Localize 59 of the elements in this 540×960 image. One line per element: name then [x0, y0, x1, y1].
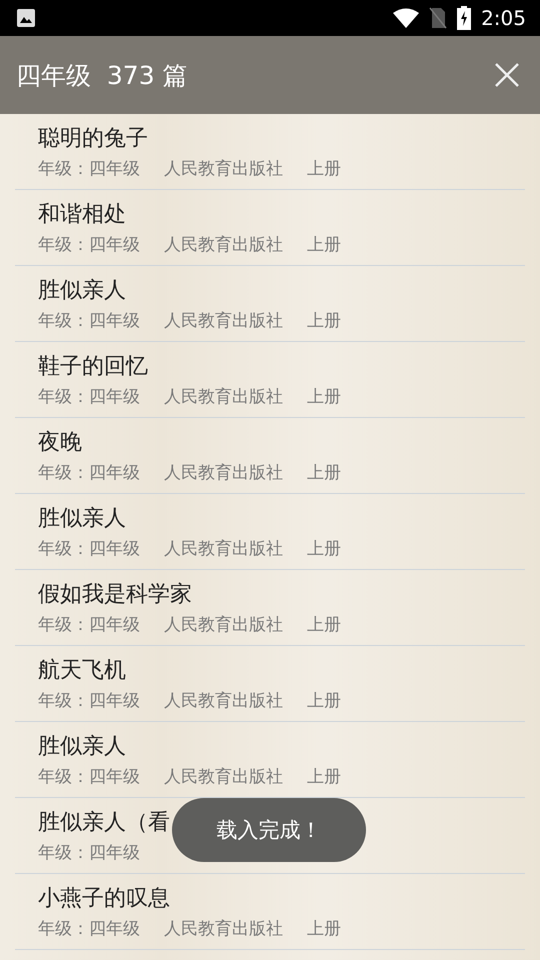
item-publisher: 人民教育出版社	[164, 310, 283, 332]
item-volume: 上册	[307, 538, 341, 560]
item-grade: 年级：四年级	[38, 766, 140, 788]
item-publisher: 人民教育出版社	[164, 386, 283, 408]
wifi-icon	[393, 8, 420, 28]
list-item[interactable]: 聪明的兔子 年级：四年级 人民教育出版社 上册	[15, 114, 525, 190]
item-volume: 上册	[307, 234, 341, 256]
item-title: 夜晚	[38, 429, 82, 457]
item-title: 小燕子的叹息	[38, 885, 170, 913]
toast-message: 载入完成！	[172, 798, 366, 862]
list-item[interactable]: 胜似亲人 年级：四年级 人民教育出版社 上册	[15, 266, 525, 342]
item-title: 航天飞机	[38, 657, 126, 685]
status-time: 2:05	[481, 6, 526, 30]
item-title: 假如我是科学家	[38, 581, 192, 609]
item-publisher: 人民教育出版社	[164, 918, 283, 940]
item-publisher: 人民教育出版社	[164, 538, 283, 560]
list-item[interactable]: 小燕子的叹息 年级：四年级 人民教育出版社 上册	[15, 874, 525, 950]
item-grade: 年级：四年级	[38, 386, 140, 408]
item-title: 和谐相处	[38, 201, 126, 229]
item-grade: 年级：四年级	[38, 462, 140, 484]
item-volume: 上册	[307, 918, 341, 940]
item-publisher: 人民教育出版社	[164, 234, 283, 256]
item-grade: 年级：四年级	[38, 234, 140, 256]
list-item[interactable]: 航天飞机 年级：四年级 人民教育出版社 上册	[15, 646, 525, 722]
list-item[interactable]: 鞋子的回忆 年级：四年级 人民教育出版社 上册	[15, 342, 525, 418]
list-item[interactable]: 胜似亲人 年级：四年级 人民教育出版社 上册	[15, 494, 525, 570]
no-sim-icon	[429, 7, 448, 29]
list-item[interactable]: 假如我是科学家 年级：四年级 人民教育出版社 上册	[15, 570, 525, 646]
item-grade: 年级：四年级	[38, 158, 140, 180]
item-volume: 上册	[307, 386, 341, 408]
item-volume: 上册	[307, 614, 341, 636]
item-grade: 年级：四年级	[38, 310, 140, 332]
item-volume: 上册	[307, 766, 341, 788]
item-publisher: 人民教育出版社	[164, 462, 283, 484]
item-title: 聪明的兔子	[38, 125, 148, 153]
item-publisher: 人民教育出版社	[164, 158, 283, 180]
item-grade: 年级：四年级	[38, 690, 140, 712]
close-icon	[494, 62, 520, 88]
item-title: 胜似亲人（看	[38, 809, 170, 837]
item-grade: 年级：四年级	[38, 538, 140, 560]
battery-icon	[457, 6, 472, 30]
item-grade: 年级：四年级	[38, 918, 140, 940]
item-title: 胜似亲人	[38, 505, 126, 533]
item-publisher: 人民教育出版社	[164, 766, 283, 788]
list-item[interactable]: 夜晚 年级：四年级 人民教育出版社 上册	[15, 418, 525, 494]
item-volume: 上册	[307, 310, 341, 332]
item-title: 鞋子的回忆	[38, 353, 148, 381]
item-publisher: 人民教育出版社	[164, 614, 283, 636]
item-volume: 上册	[307, 462, 341, 484]
item-publisher: 人民教育出版社	[164, 690, 283, 712]
item-title: 胜似亲人	[38, 733, 126, 761]
item-grade: 年级：四年级	[38, 614, 140, 636]
page-title: 四年级 373 篇	[16, 60, 189, 92]
item-grade: 年级：四年级	[38, 842, 140, 864]
image-icon	[16, 8, 36, 28]
item-title: 胜似亲人	[38, 277, 126, 305]
item-volume: 上册	[307, 690, 341, 712]
item-volume: 上册	[307, 158, 341, 180]
list-item[interactable]: 和谐相处 年级：四年级 人民教育出版社 上册	[15, 190, 525, 266]
